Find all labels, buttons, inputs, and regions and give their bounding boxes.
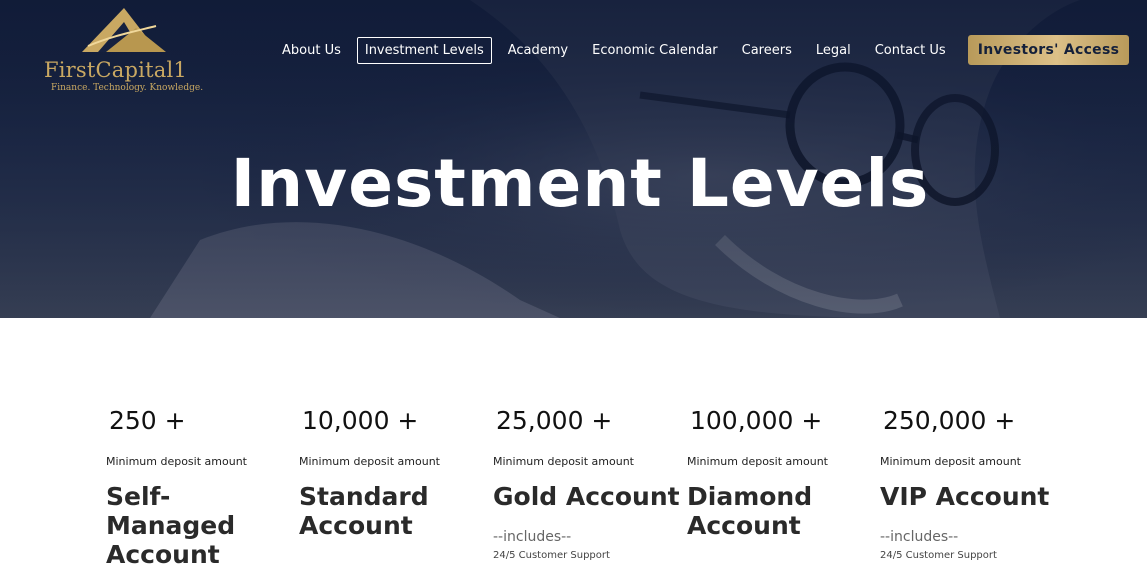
logo-tagline: Finance. Technology. Knowledge. xyxy=(51,83,204,93)
nav-investment-levels[interactable]: Investment Levels xyxy=(356,36,492,64)
level-min-label: Minimum deposit amount xyxy=(493,455,634,468)
level-name: Self-Managed Account xyxy=(106,482,236,569)
nav-economic-calendar[interactable]: Economic Calendar xyxy=(584,37,726,64)
level-min-label: Minimum deposit amount xyxy=(299,455,440,468)
investors-access-button[interactable]: Investors' Access xyxy=(967,35,1130,65)
nav-careers[interactable]: Careers xyxy=(734,37,800,64)
level-card-standard: 10,000 + Minimum deposit amount Standard… xyxy=(299,406,489,540)
level-min-label: Minimum deposit amount xyxy=(687,455,828,468)
page-title: Investment Levels xyxy=(230,145,930,222)
hero-banner: FirstCapital1 Finance. Technology. Knowl… xyxy=(0,0,1147,318)
level-card-gold: 25,000 + Minimum deposit amount Gold Acc… xyxy=(493,406,683,561)
level-feature: 24/5 Customer Support xyxy=(880,550,997,561)
nav-about-us[interactable]: About Us xyxy=(274,37,349,64)
investment-levels-section: 250 + Minimum deposit amount Self-Manage… xyxy=(0,318,1147,572)
brand-logo[interactable]: FirstCapital1 Finance. Technology. Knowl… xyxy=(42,6,204,96)
level-feature: 24/5 Customer Support xyxy=(493,550,610,561)
level-amount: 250,000 + xyxy=(883,406,1016,435)
level-amount: 100,000 + xyxy=(690,406,823,435)
level-amount: 10,000 + xyxy=(302,406,419,435)
nav-academy[interactable]: Academy xyxy=(500,37,576,64)
level-min-label: Minimum deposit amount xyxy=(106,455,247,468)
level-min-label: Minimum deposit amount xyxy=(880,455,1021,468)
level-includes-heading: --includes-- xyxy=(880,529,959,545)
nav-contact-us[interactable]: Contact Us xyxy=(867,37,954,64)
level-amount: 250 + xyxy=(109,406,186,435)
level-name: Gold Account xyxy=(493,482,680,511)
main-navigation: About Us Investment Levels Academy Econo… xyxy=(274,35,1130,65)
level-name: Standard Account xyxy=(299,482,429,540)
level-name: VIP Account xyxy=(880,482,1050,511)
level-amount: 25,000 + xyxy=(496,406,613,435)
logo-wordmark: FirstCapital1 xyxy=(44,58,187,82)
level-name: Diamond Account xyxy=(687,482,813,540)
level-card-diamond: 100,000 + Minimum deposit amount Diamond… xyxy=(687,406,877,540)
level-includes-heading: --includes-- xyxy=(493,529,572,545)
level-card-vip: 250,000 + Minimum deposit amount VIP Acc… xyxy=(880,406,1070,561)
level-card-self-managed: 250 + Minimum deposit amount Self-Manage… xyxy=(106,406,296,569)
nav-legal[interactable]: Legal xyxy=(808,37,859,64)
mountain-logo-icon xyxy=(82,8,166,52)
